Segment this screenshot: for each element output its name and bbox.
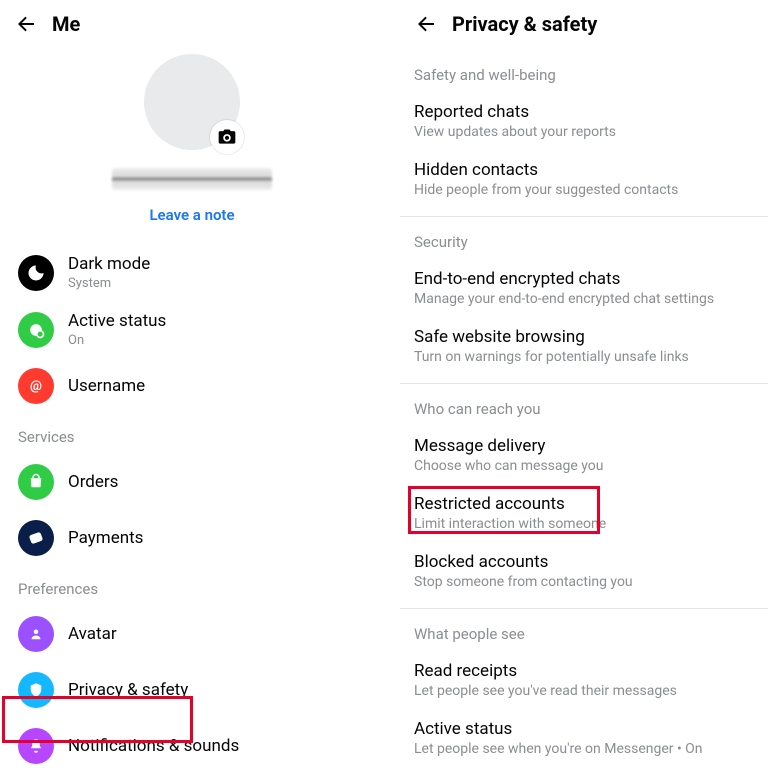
setting-title: Restricted accounts [414,494,754,514]
section-preferences: Preferences [18,580,366,598]
row-active-status[interactable]: Active status On [14,301,370,358]
setting-sub: View updates about your reports [414,124,754,140]
bell-icon [18,728,54,764]
setting-sub: Hide people from your suggested contacts [414,182,754,198]
row-sub: System [68,276,150,291]
row-title: Active status [68,311,166,331]
setting-sub: Let people see you've read their message… [414,683,754,699]
bag-icon [18,464,54,500]
setting-row-active-status[interactable]: Active status Let people see when you're … [414,709,754,767]
row-payments[interactable]: Payments [14,510,370,566]
divider [400,216,768,217]
setting-title: Active status [414,719,754,739]
setting-title: End-to-end encrypted chats [414,269,754,289]
setting-sub: Choose who can message you [414,458,754,474]
section-label: Who can reach you [414,400,754,418]
row-avatar[interactable]: Avatar [14,606,370,662]
at-icon: @ [18,368,54,404]
setting-sub: Let people see when you're on Messenger … [414,741,754,757]
setting-sub: Stop someone from contacting you [414,574,754,590]
setting-title: Hidden contacts [414,160,754,180]
moon-icon [18,255,54,291]
row-notifications-sounds[interactable]: Notifications & sounds [14,718,370,771]
divider [400,383,768,384]
page-title: Privacy & safety [452,12,597,36]
setting-row-end-to-end-encrypted-chats[interactable]: End-to-end encrypted chats Manage your en… [414,259,754,317]
active-icon [18,312,54,348]
row-orders[interactable]: Orders [14,454,370,510]
row-title: Username [68,376,145,396]
section-label: Security [414,233,754,251]
row-dark-mode[interactable]: Dark mode System [14,244,370,301]
row-username[interactable]: @ Username [14,358,370,414]
right-pane: Privacy & safety Safety and well-being Re… [384,0,768,771]
leave-note-button[interactable]: Leave a note [149,206,234,224]
avatar-icon [18,616,54,652]
row-privacy-safety[interactable]: Privacy & safety [14,662,370,718]
profile-name-redacted [112,168,272,190]
setting-title: Message delivery [414,436,754,456]
section-services: Services [18,428,366,446]
divider [400,608,768,609]
profile-avatar[interactable] [144,54,240,150]
setting-row-blocked-accounts[interactable]: Blocked accounts Stop someone from contac… [414,542,754,600]
setting-title: Blocked accounts [414,552,754,572]
row-title: Avatar [68,624,117,644]
setting-sub: Turn on warnings for potentially unsafe … [414,349,754,365]
setting-row-read-receipts[interactable]: Read receipts Let people see you've read … [414,651,754,709]
setting-title: Safe website browsing [414,327,754,347]
right-header: Privacy & safety [414,12,754,36]
back-icon[interactable] [414,12,438,36]
section-label: Safety and well-being [414,66,754,84]
row-title: Privacy & safety [68,680,188,700]
profile-block: Leave a note [14,54,370,224]
setting-sub: Limit interaction with someone [414,516,754,532]
setting-sub: Manage your end-to-end encrypted chat se… [414,291,754,307]
row-title: Dark mode [68,254,150,274]
page-title: Me [52,12,80,36]
setting-title: Reported chats [414,102,754,122]
section-label: What people see [414,625,754,643]
row-sub: On [68,333,166,348]
back-icon[interactable] [14,12,38,36]
camera-icon[interactable] [210,120,244,154]
setting-row-hidden-contacts[interactable]: Hidden contacts Hide people from your sug… [414,150,754,208]
card-icon [18,520,54,556]
setting-title: Read receipts [414,661,754,681]
setting-row-reported-chats[interactable]: Reported chats View updates about your re… [414,92,754,150]
svg-text:@: @ [30,379,42,394]
row-title: Payments [68,528,143,548]
setting-row-message-delivery[interactable]: Message delivery Choose who can message y… [414,426,754,484]
setting-row-safe-website-browsing[interactable]: Safe website browsing Turn on warnings fo… [414,317,754,375]
setting-row-restricted-accounts[interactable]: Restricted accounts Limit interaction wit… [414,484,754,542]
row-title: Notifications & sounds [68,736,239,756]
shield-icon [18,672,54,708]
row-title: Orders [68,472,118,492]
left-header: Me [14,12,370,36]
